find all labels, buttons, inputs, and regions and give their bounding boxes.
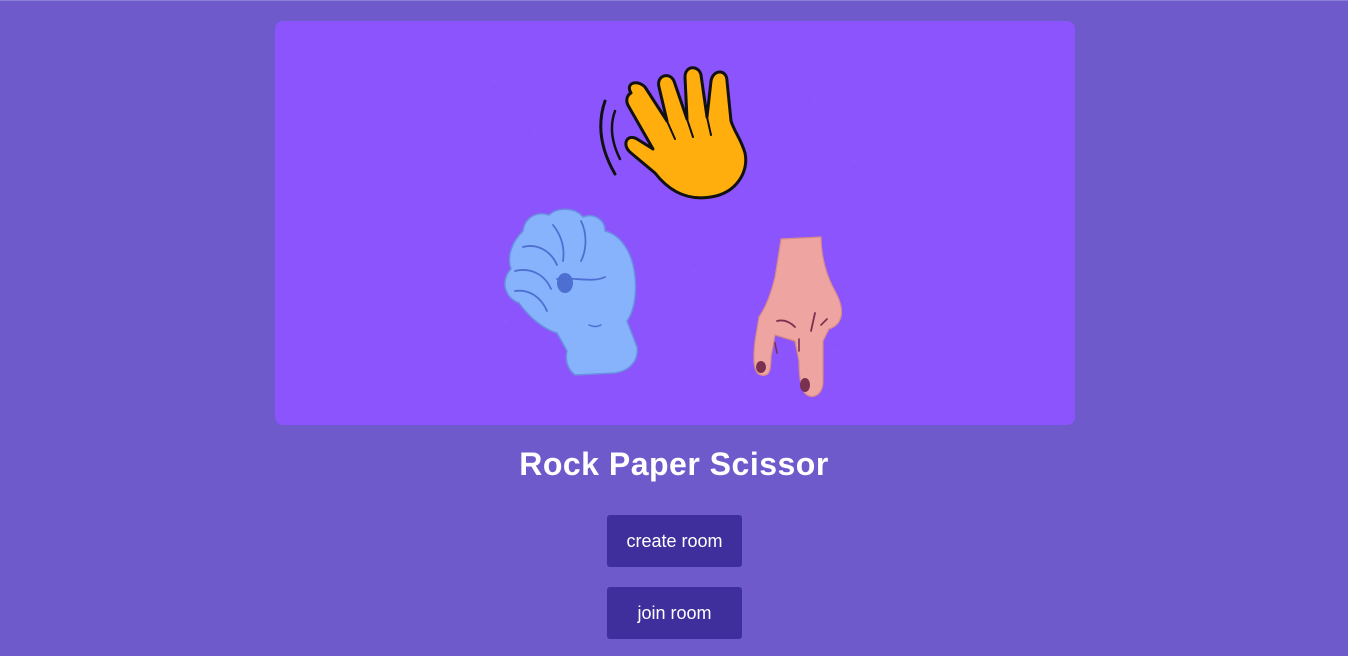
top-divider (0, 0, 1348, 1)
create-room-button[interactable]: create room (607, 515, 742, 567)
app-page: Rock Paper Scissor create room join room (0, 0, 1348, 656)
two-finger-hand-icon (753, 236, 843, 398)
hero-illustration (275, 21, 1075, 425)
join-room-button[interactable]: join room (607, 587, 742, 639)
page-title: Rock Paper Scissor (519, 446, 829, 482)
waving-hand-icon (599, 66, 748, 200)
fist-icon (504, 208, 638, 376)
hero-svg (493, 66, 857, 398)
